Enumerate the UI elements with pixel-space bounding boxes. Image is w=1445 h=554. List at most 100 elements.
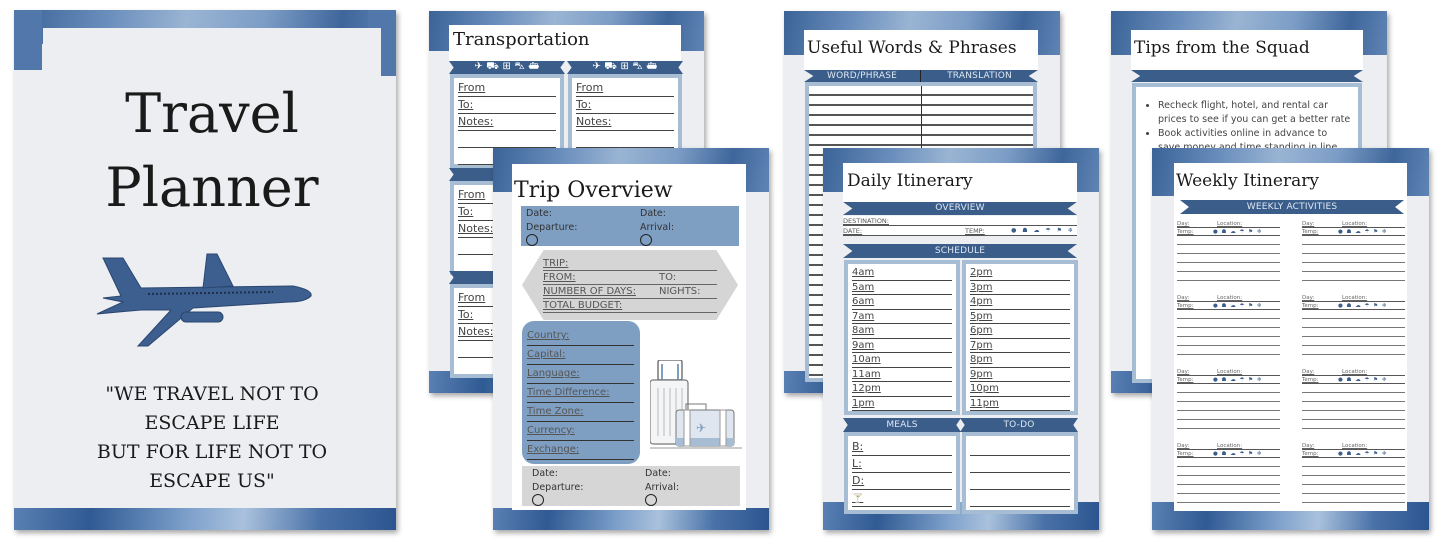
time-difference-field[interactable]: Time Difference:	[527, 384, 634, 403]
activity-line[interactable]	[1177, 263, 1280, 272]
day-field[interactable]: Day:	[1177, 369, 1189, 375]
from-field[interactable]: From	[458, 80, 556, 97]
activity-line[interactable]	[1302, 328, 1405, 337]
activity-line[interactable]	[1302, 254, 1405, 263]
from-field[interactable]: FROM:	[543, 272, 576, 283]
temp-field[interactable]: Temp:	[1302, 377, 1319, 383]
day-field[interactable]: Day:	[1302, 295, 1314, 301]
weather-icons[interactable]: ● ☗ ☁ ☂ ⚑ ❄	[1213, 450, 1262, 458]
notes-line[interactable]	[458, 131, 556, 148]
to-field[interactable]: TO:	[659, 271, 676, 284]
activity-line[interactable]	[1177, 458, 1280, 467]
activity-line[interactable]	[1302, 494, 1405, 503]
arrival-time-label[interactable]: Arrival:	[640, 221, 674, 235]
activity-line[interactable]	[1302, 476, 1405, 485]
activity-line[interactable]	[1177, 467, 1280, 476]
activity-line[interactable]	[1302, 236, 1405, 245]
weather-icons[interactable]: ● ☗ ☁ ☂ ⚑ ❄	[1338, 302, 1387, 310]
temp-field[interactable]: Temp:	[1302, 451, 1319, 457]
activity-line[interactable]	[1302, 245, 1405, 254]
time-slot[interactable]: 5pm	[970, 310, 1070, 324]
day-field[interactable]: Day:	[1302, 443, 1314, 449]
time-zone-field[interactable]: Time Zone:	[527, 403, 634, 422]
day-field[interactable]: Day:	[1177, 443, 1189, 449]
activity-line[interactable]	[1177, 384, 1280, 393]
activity-line[interactable]	[1177, 476, 1280, 485]
weather-icons[interactable]: ● ☗ ☁ ☂ ⚑ ❄	[1011, 226, 1075, 236]
arrival-date-label[interactable]: Date:	[640, 207, 674, 221]
activity-line[interactable]	[1177, 254, 1280, 263]
return-departure-time-label[interactable]: Departure:	[532, 481, 583, 495]
location-field[interactable]: Location:	[1342, 443, 1367, 450]
activity-line[interactable]	[1177, 393, 1280, 402]
todo-line[interactable]	[970, 473, 1070, 490]
activity-line[interactable]	[1177, 402, 1280, 411]
time-slot[interactable]: 8pm	[970, 353, 1070, 368]
time-slot[interactable]: 9pm	[970, 368, 1070, 382]
activity-line[interactable]	[1177, 411, 1280, 420]
time-slot[interactable]: 7am	[852, 310, 952, 324]
country-field[interactable]: Country:	[527, 327, 634, 346]
temp-field[interactable]: Temp:	[1177, 303, 1194, 309]
time-slot[interactable]: 11pm	[970, 397, 1070, 411]
temp-field[interactable]: Temp:	[1302, 303, 1319, 309]
return-arrival-date-label[interactable]: Date:	[645, 467, 679, 481]
time-slot[interactable]: 2pm	[970, 266, 1070, 281]
day-field[interactable]: Day:	[1302, 369, 1314, 375]
activity-line[interactable]	[1177, 245, 1280, 254]
location-field[interactable]: Location:	[1342, 295, 1367, 302]
activity-line[interactable]	[1302, 310, 1405, 319]
to-field[interactable]: To:	[458, 97, 556, 114]
location-field[interactable]: Location:	[1217, 443, 1242, 450]
time-slot[interactable]: 11am	[852, 368, 952, 382]
activity-line[interactable]	[1302, 393, 1405, 402]
date-field[interactable]: DATE:	[843, 227, 862, 235]
activity-line[interactable]	[1302, 458, 1405, 467]
activity-line[interactable]	[1302, 263, 1405, 272]
lunch-field[interactable]: L:	[852, 456, 952, 473]
weather-icons[interactable]: ● ☗ ☁ ☂ ⚑ ❄	[1338, 450, 1387, 458]
activity-line[interactable]	[1302, 411, 1405, 420]
activity-line[interactable]	[1302, 272, 1405, 281]
temp-field[interactable]: Temp:	[1177, 229, 1194, 235]
notes-field[interactable]: Notes:	[576, 114, 674, 131]
drinks-field[interactable]: 🍸	[852, 490, 952, 507]
activity-line[interactable]	[1177, 272, 1280, 281]
activity-line[interactable]	[1177, 485, 1280, 494]
trip-field[interactable]: TRIP:	[543, 257, 717, 271]
time-slot[interactable]: 6pm	[970, 324, 1070, 339]
weather-icons[interactable]: ● ☗ ☁ ☂ ⚑ ❄	[1213, 228, 1262, 236]
exchange-field[interactable]: Exchange:	[527, 441, 634, 460]
activity-line[interactable]	[1177, 328, 1280, 337]
weather-icons[interactable]: ● ☗ ☁ ☂ ⚑ ❄	[1338, 228, 1387, 236]
weather-icons[interactable]: ● ☗ ☁ ☂ ⚑ ❄	[1338, 376, 1387, 384]
activity-line[interactable]	[1177, 319, 1280, 328]
notes-field[interactable]: Notes:	[458, 114, 556, 131]
activity-line[interactable]	[1302, 485, 1405, 494]
todo-line[interactable]	[970, 490, 1070, 507]
time-slot[interactable]: 9am	[852, 339, 952, 353]
time-slot[interactable]: 8am	[852, 324, 952, 339]
activity-line[interactable]	[1302, 319, 1405, 328]
time-slot[interactable]: 12pm	[852, 382, 952, 397]
activity-line[interactable]	[1177, 337, 1280, 346]
departure-time-label[interactable]: Departure:	[526, 221, 577, 235]
activity-line[interactable]	[1177, 494, 1280, 503]
activity-line[interactable]	[1302, 467, 1405, 476]
currency-field[interactable]: Currency:	[527, 422, 634, 441]
days-field[interactable]: NUMBER OF DAYS:	[543, 286, 636, 297]
day-field[interactable]: Day:	[1177, 295, 1189, 301]
time-slot[interactable]: 10am	[852, 353, 952, 368]
time-slot[interactable]: 7pm	[970, 339, 1070, 353]
time-slot[interactable]: 4pm	[970, 295, 1070, 310]
day-field[interactable]: Day:	[1177, 221, 1189, 227]
activity-line[interactable]	[1302, 337, 1405, 346]
location-field[interactable]: Location:	[1217, 369, 1242, 376]
activity-line[interactable]	[1177, 346, 1280, 355]
to-field[interactable]: To:	[576, 97, 674, 114]
temp-field[interactable]: Temp:	[1177, 377, 1194, 383]
temp-field[interactable]: TEMP:	[965, 226, 985, 236]
todo-line[interactable]	[970, 439, 1070, 456]
activity-line[interactable]	[1302, 346, 1405, 355]
activity-line[interactable]	[1177, 420, 1280, 429]
